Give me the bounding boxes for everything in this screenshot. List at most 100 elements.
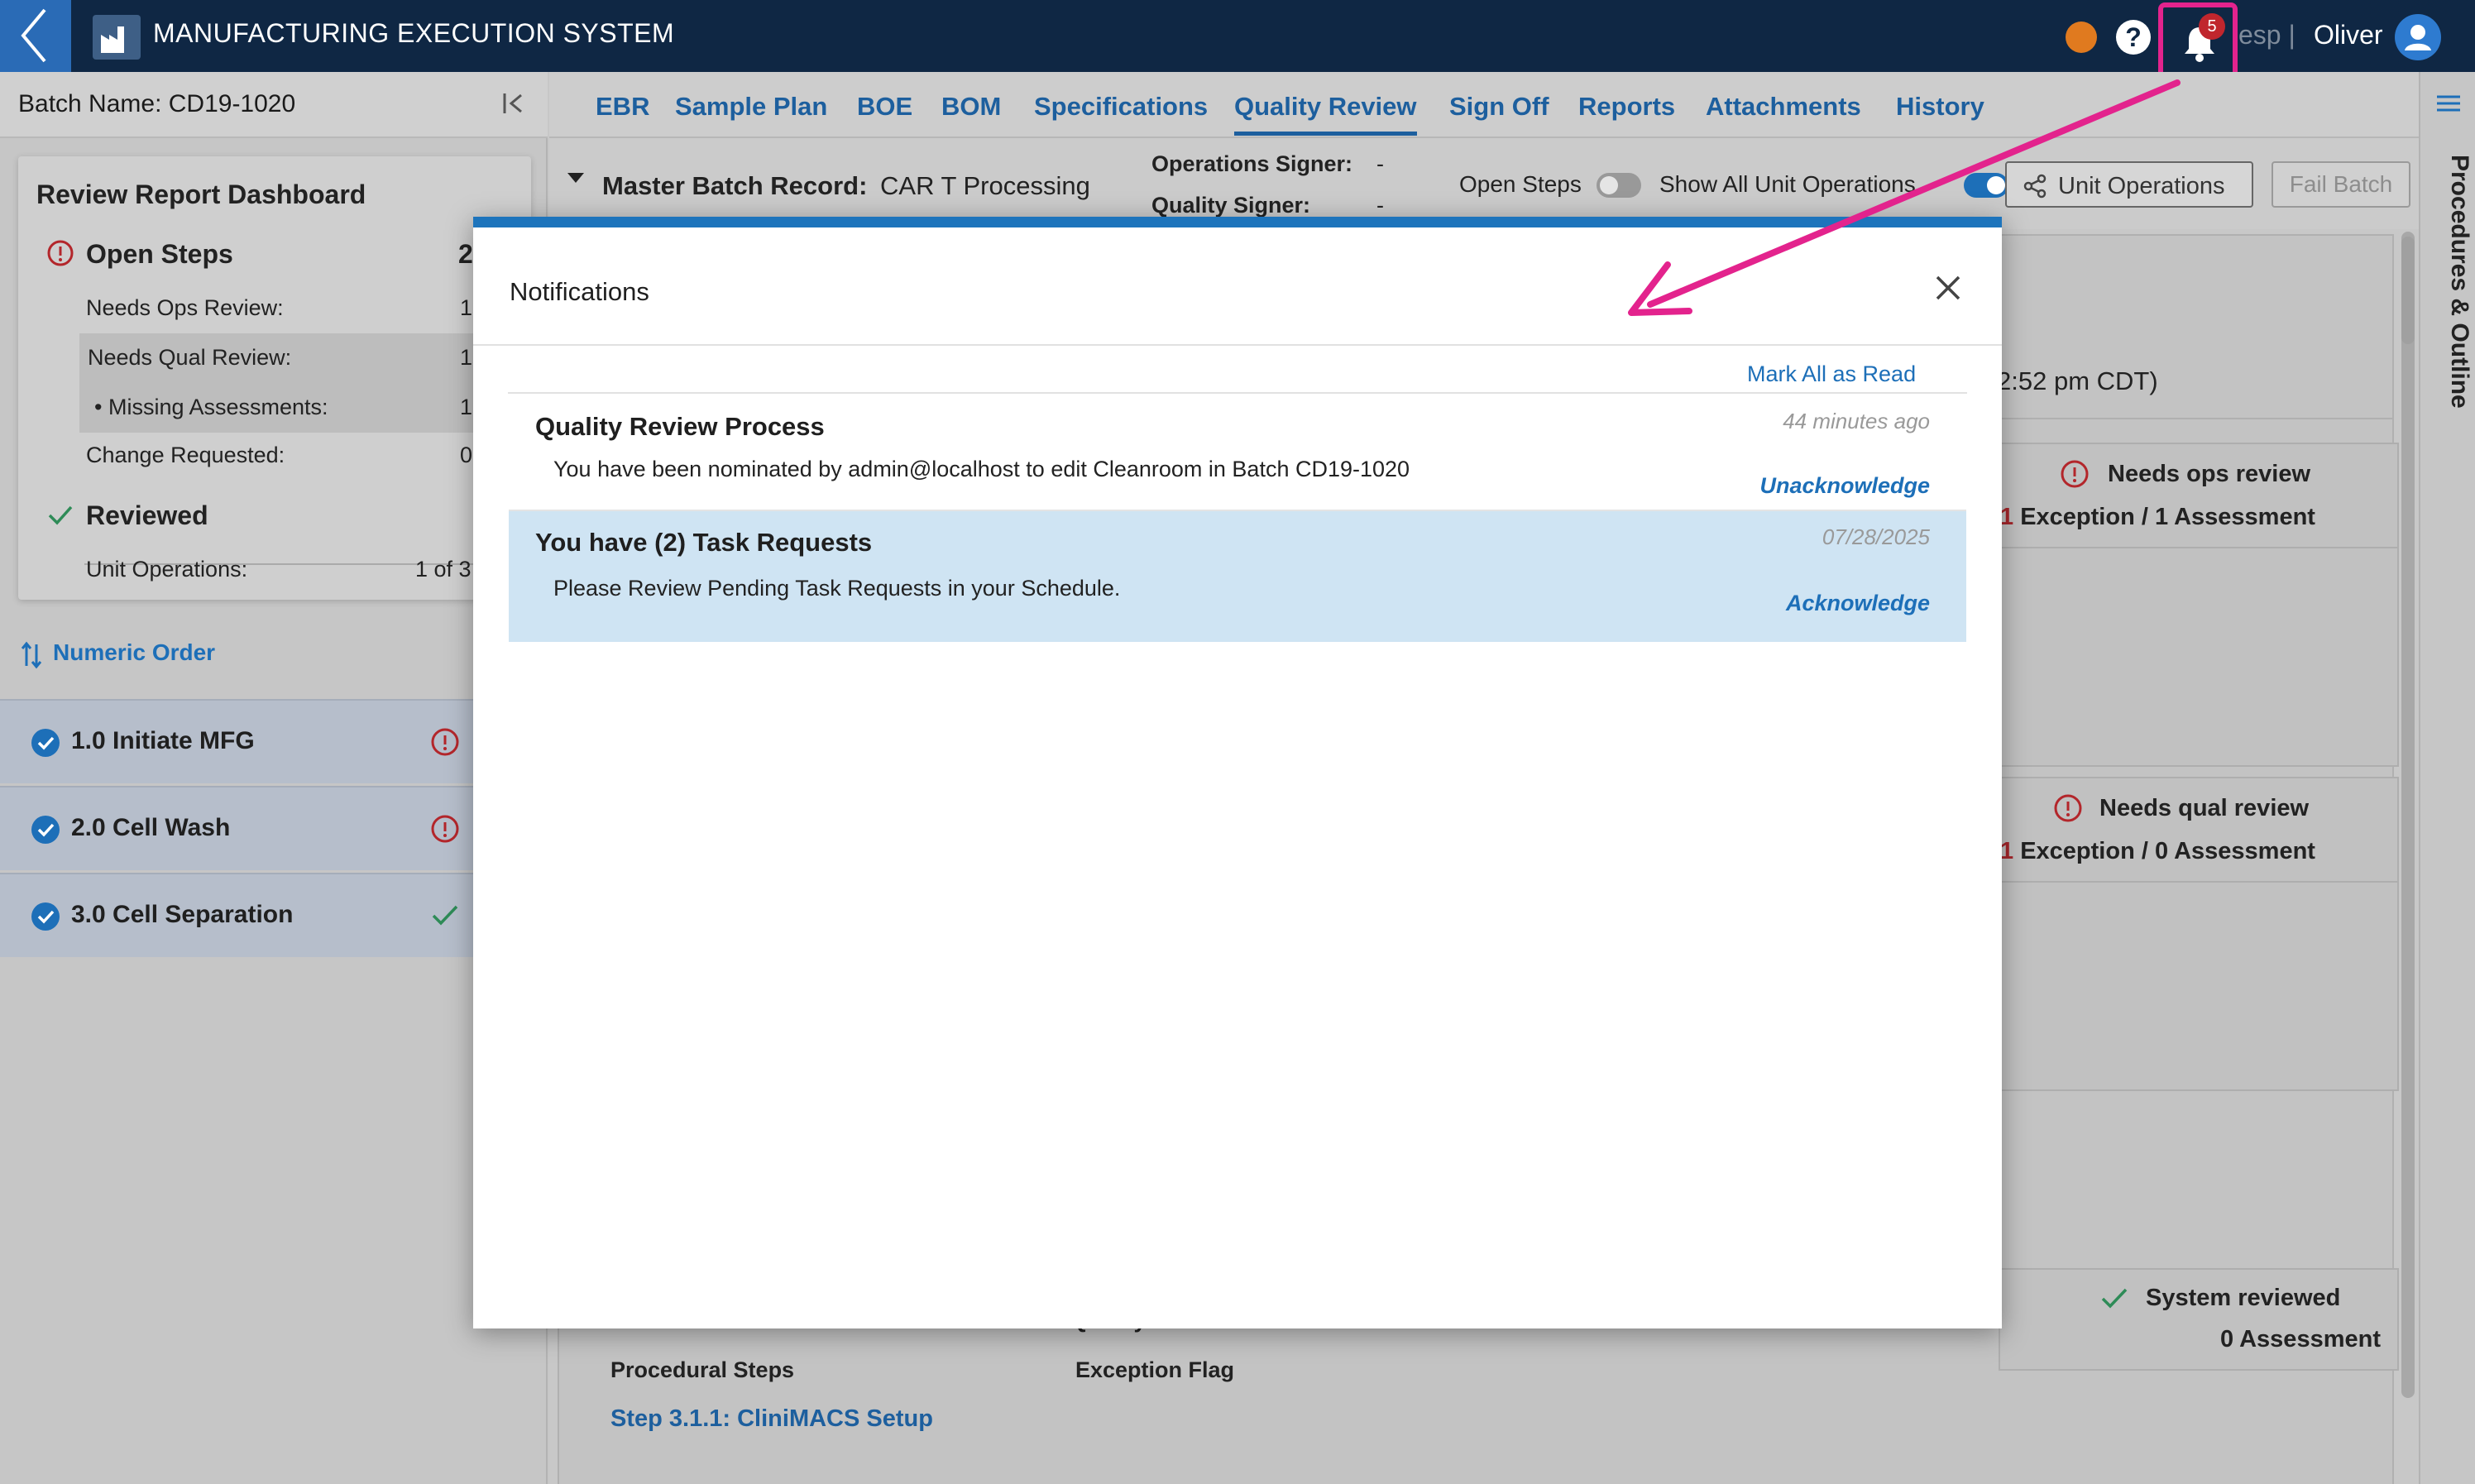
menu-lines-icon[interactable] (2434, 92, 2463, 118)
check-icon (2101, 1288, 2128, 1309)
divider (473, 344, 2002, 346)
tab-ebr[interactable]: EBR (596, 92, 649, 122)
tab-reports[interactable]: Reports (1578, 92, 1675, 122)
unit-operations-label: Unit Operations: (86, 557, 248, 582)
missing-assessments-value: 1 (460, 395, 473, 419)
needs-qual-review-box: Needs qual review 1 Exception / 0 Assess… (1999, 777, 2399, 1091)
unit-operations-button[interactable]: Unit Operations (2005, 161, 2253, 208)
completed-check-icon (31, 902, 60, 931)
unit-operation-label: 2.0 Cell Wash (71, 814, 231, 841)
mbr-value: CAR T Processing (880, 171, 1090, 200)
scrollbar-track[interactable] (2401, 232, 2415, 1398)
divider (2000, 881, 2397, 883)
unit-operation-label: 3.0 Cell Separation (71, 901, 294, 928)
help-icon[interactable]: ? (2116, 20, 2151, 55)
notification-title: Quality Review Process (535, 412, 825, 441)
share-icon (2023, 174, 2047, 199)
show-all-unit-operations-toggle[interactable] (1964, 173, 2008, 198)
needs-ops-review-label[interactable]: Needs Ops Review: (86, 295, 284, 321)
needs-ops-review-box: Needs ops review 1 Exception / 1 Assessm… (1999, 443, 2399, 767)
completed-check-icon (31, 816, 60, 844)
notification-item[interactable]: Quality Review Process 44 minutes ago Yo… (509, 394, 1966, 511)
app-header: MANUFACTURING EXECUTION SYSTEM ? 5 esp |… (0, 0, 2475, 82)
exception-count: 1 (2000, 838, 2014, 864)
chevron-left-icon (21, 8, 46, 63)
notification-item[interactable]: You have (2) Task Requests 07/28/2025 Pl… (509, 511, 1966, 642)
batch-bar: Batch Name: CD19-1020 (0, 72, 548, 138)
status-indicator-icon[interactable] (2066, 22, 2097, 53)
change-requested-value: 0 (460, 443, 473, 467)
tab-attachments[interactable]: Attachments (1706, 92, 1861, 122)
review-dashboard-card: Review Report Dashboard Open Steps 2 Nee… (18, 156, 531, 600)
check-icon (432, 905, 458, 926)
notifications-modal: Notifications Mark All as Read Quality R… (473, 217, 2002, 1328)
notification-time: 44 minutes ago (1783, 409, 1930, 433)
change-requested-label[interactable]: Change Requested: (86, 443, 285, 468)
timestamp-text: 2:52 pm CDT) (1997, 366, 2158, 395)
procedures-outline-tab[interactable]: Procedures & Outline (2424, 155, 2473, 409)
tab-quality-review[interactable]: Quality Review (1234, 92, 1417, 136)
ops-signer-label: Operations Signer: (1151, 151, 1353, 176)
review-status-detail: 1 Exception / 0 Assessment (2000, 838, 2315, 865)
right-side-panel: Procedures & Outline (2419, 72, 2475, 1484)
user-name[interactable]: Oliver (2314, 20, 2383, 50)
numeric-order-button[interactable]: Numeric Order (53, 639, 215, 666)
fail-batch-button[interactable]: Fail Batch (2272, 161, 2410, 208)
exception-detail: Exception / 1 Assessment (2020, 504, 2315, 530)
open-steps-count: 2 (458, 239, 473, 269)
notification-title: You have (2) Task Requests (535, 528, 873, 557)
needs-ops-review-value: 1 (460, 295, 473, 320)
unacknowledge-link[interactable]: Unacknowledge (1759, 473, 1930, 499)
unit-operation-item[interactable]: 2.0 Cell Wash (0, 786, 473, 870)
unit-operation-item[interactable]: 3.0 Cell Separation (0, 873, 473, 957)
step-link[interactable]: Step 3.1.1: CliniMACS Setup (610, 1405, 933, 1433)
alert-icon (2061, 460, 2089, 488)
tab-sample-plan[interactable]: Sample Plan (675, 92, 827, 122)
tab-bar: EBR Sample Plan BOE BOM Specifications Q… (549, 72, 2419, 138)
mark-all-as-read-link[interactable]: Mark All as Read (1747, 361, 1916, 387)
modal-title: Notifications (510, 277, 649, 306)
user-icon (2405, 25, 2431, 50)
notifications-button[interactable]: 5 (2158, 2, 2238, 82)
unit-operation-item[interactable]: 1.0 Initiate MFG (0, 699, 473, 783)
collapse-panel-icon[interactable] (500, 89, 529, 118)
tab-bom[interactable]: BOM (941, 92, 1001, 122)
review-status-title: System reviewed (2146, 1285, 2341, 1311)
scrollbar-thumb[interactable] (2401, 237, 2415, 344)
check-icon (48, 505, 73, 525)
tab-sign-off[interactable]: Sign Off (1449, 92, 1549, 122)
left-panel: Batch Name: CD19-1020 Review Report Dash… (0, 72, 548, 1484)
unit-operations-button-label: Unit Operations (2058, 173, 2225, 199)
review-status-detail: 0 Assessment (2220, 1326, 2381, 1352)
avatar[interactable] (2395, 14, 2441, 60)
acknowledge-link[interactable]: Acknowledge (1786, 591, 1930, 616)
divider (2000, 547, 2397, 548)
open-steps-toggle-label: Open Steps (1459, 171, 1582, 197)
open-steps-toggle[interactable] (1597, 173, 1641, 198)
notification-time: 07/28/2025 (1822, 524, 1930, 549)
alert-icon (2054, 794, 2082, 822)
quality-signer-value: - (1376, 193, 1384, 218)
alert-icon (431, 815, 459, 843)
notification-message: You have been nominated by admin@localho… (553, 457, 1410, 481)
exception-count: 1 (2000, 504, 2014, 530)
review-status-title: Needs qual review (2099, 795, 2310, 821)
alert-icon (431, 728, 459, 756)
missing-assessments-label: • Missing Assessments: (94, 395, 328, 419)
back-button[interactable] (0, 0, 71, 72)
tab-boe[interactable]: BOE (857, 92, 912, 122)
alert-icon (47, 240, 74, 266)
needs-qual-review-label: Needs Qual Review: (88, 345, 292, 370)
caret-down-icon[interactable] (567, 173, 584, 183)
close-icon[interactable] (1929, 269, 1967, 307)
reviewed-label[interactable]: Reviewed (86, 500, 208, 531)
tab-history[interactable]: History (1896, 92, 1984, 122)
esp-label[interactable]: esp | (2238, 20, 2295, 50)
mbr-label: Master Batch Record: (602, 171, 868, 200)
open-steps-label[interactable]: Open Steps (86, 239, 233, 270)
unit-operation-label: 1.0 Initiate MFG (71, 727, 255, 754)
sort-icon[interactable] (20, 641, 43, 669)
notification-count-badge: 5 (2199, 13, 2225, 40)
tab-specifications[interactable]: Specifications (1034, 92, 1208, 122)
show-all-toggle-label: Show All Unit Operations (1659, 171, 1916, 197)
